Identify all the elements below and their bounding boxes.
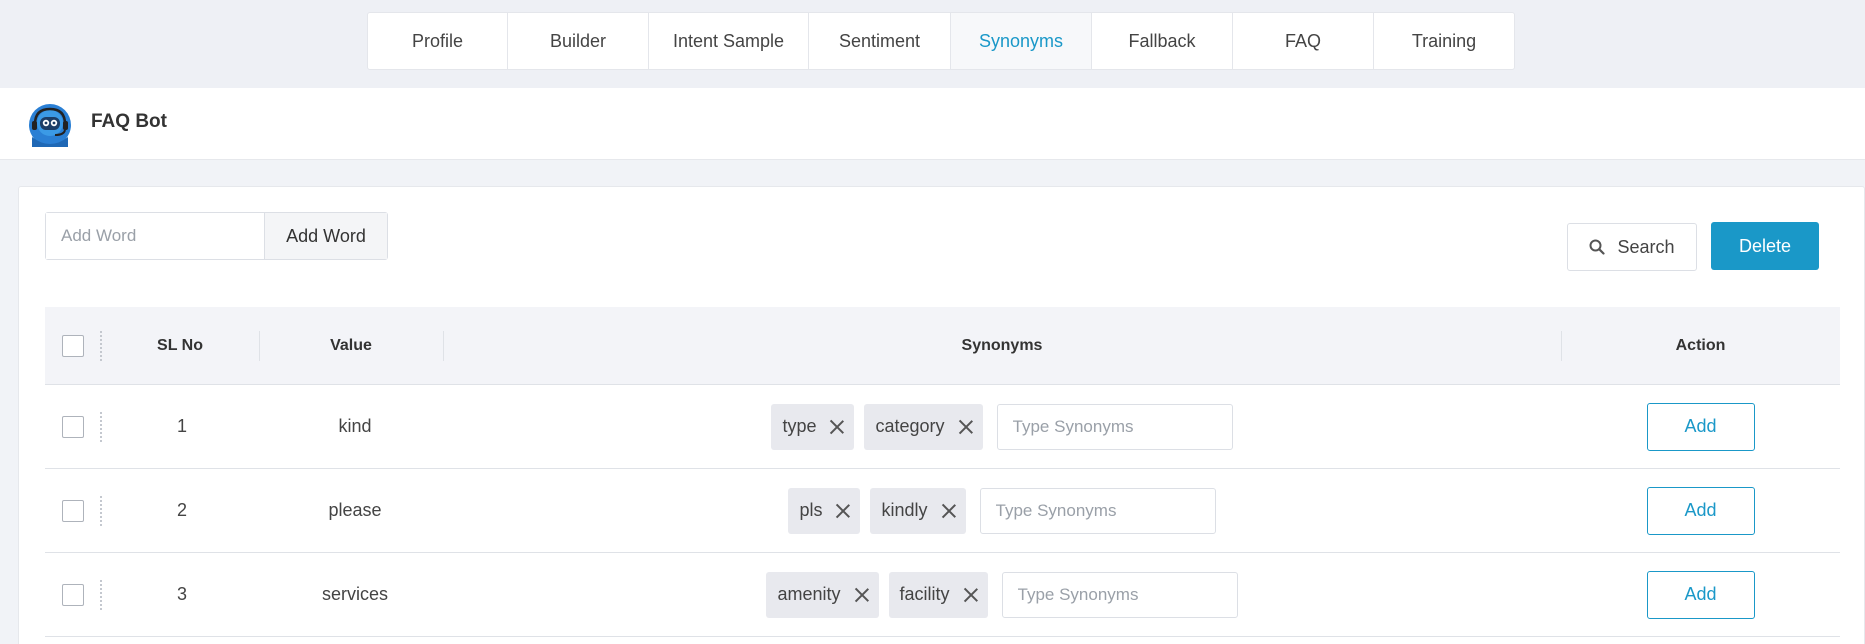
- table-row: 1 kind type category Add: [45, 385, 1840, 469]
- select-all-checkbox[interactable]: [62, 334, 84, 357]
- row-check-cell: [45, 553, 101, 636]
- delete-button[interactable]: Delete: [1711, 222, 1819, 270]
- tab-sentiment[interactable]: Sentiment: [809, 13, 951, 69]
- row-synonyms-cell: pls kindly: [443, 469, 1561, 552]
- add-word-button[interactable]: Add Word: [264, 213, 387, 259]
- synonym-input[interactable]: [1001, 571, 1238, 618]
- row-checkbox[interactable]: [62, 415, 84, 438]
- search-icon: [1589, 239, 1606, 255]
- tab-bar: Profile Builder Intent Sample Sentiment …: [367, 12, 1515, 70]
- add-synonym-button[interactable]: Add: [1646, 570, 1755, 619]
- row-sl-no: 2: [176, 500, 187, 520]
- synonyms-table: SL No Value Synonyms Action 1 kind type …: [45, 307, 1840, 637]
- synonym-tag: facility: [888, 571, 988, 618]
- synonym-tag: category: [864, 403, 983, 450]
- synonym-tag: pls: [788, 487, 861, 534]
- bot-header: FAQ Bot: [0, 88, 1865, 160]
- close-icon[interactable]: [830, 420, 844, 434]
- row-checkbox[interactable]: [62, 499, 84, 522]
- table-header: SL No Value Synonyms Action: [45, 307, 1840, 385]
- close-icon[interactable]: [836, 504, 850, 518]
- header-check-cell: [45, 307, 101, 384]
- row-sl-no: 3: [176, 584, 187, 604]
- add-word-group: Add Word: [45, 212, 388, 260]
- add-word-input[interactable]: [46, 213, 264, 259]
- row-synonyms-cell: amenity facility: [443, 553, 1561, 636]
- robot-headset-icon: [29, 104, 71, 147]
- tab-fallback[interactable]: Fallback: [1092, 13, 1233, 69]
- synonym-input[interactable]: [979, 487, 1216, 534]
- close-icon[interactable]: [855, 588, 869, 602]
- row-value: services: [321, 584, 388, 604]
- table-row: 2 please pls kindly Add: [45, 469, 1840, 553]
- synonym-tag-label: pls: [799, 500, 823, 520]
- bot-name: FAQ Bot: [91, 111, 167, 132]
- tab-builder[interactable]: Builder: [508, 13, 649, 69]
- table-row: 3 services amenity facility Add: [45, 553, 1840, 637]
- close-icon[interactable]: [964, 588, 978, 602]
- row-sl-no: 1: [176, 416, 187, 436]
- header-action: Action: [1675, 336, 1726, 354]
- add-synonym-button[interactable]: Add: [1646, 402, 1755, 451]
- header-value[interactable]: Value: [259, 307, 443, 384]
- synonym-tag: kindly: [870, 487, 966, 534]
- search-button[interactable]: Search: [1567, 223, 1697, 271]
- header-sl-no[interactable]: SL No: [101, 307, 259, 384]
- row-action-cell: Add: [1561, 553, 1840, 636]
- synonym-tag-label: type: [782, 416, 817, 436]
- synonyms-panel: Add Word Search Delete SL No Value Synon…: [18, 186, 1865, 644]
- synonym-tag-label: facility: [899, 584, 950, 604]
- close-icon[interactable]: [959, 420, 973, 434]
- top-nav-bar: Profile Builder Intent Sample Sentiment …: [0, 0, 1865, 88]
- row-synonyms-cell: type category: [443, 385, 1561, 468]
- row-check-cell: [45, 385, 101, 468]
- tab-intent-sample[interactable]: Intent Sample: [649, 13, 809, 69]
- close-icon[interactable]: [942, 504, 956, 518]
- synonym-tag: amenity: [766, 571, 879, 618]
- synonym-tag: type: [771, 403, 855, 450]
- tab-synonyms[interactable]: Synonyms: [951, 13, 1092, 69]
- search-button-label: Search: [1617, 236, 1675, 257]
- row-action-cell: Add: [1561, 469, 1840, 552]
- tab-training[interactable]: Training: [1374, 13, 1514, 69]
- row-action-cell: Add: [1561, 385, 1840, 468]
- row-checkbox[interactable]: [62, 583, 84, 606]
- row-value: please: [328, 500, 382, 520]
- synonym-input[interactable]: [996, 403, 1233, 450]
- header-synonyms: Synonyms: [961, 336, 1043, 354]
- synonym-tag-label: category: [875, 416, 945, 436]
- row-check-cell: [45, 469, 101, 552]
- tab-faq[interactable]: FAQ: [1233, 13, 1374, 69]
- synonym-tag-label: kindly: [881, 500, 928, 520]
- tab-profile[interactable]: Profile: [368, 13, 508, 69]
- row-value: kind: [338, 416, 372, 436]
- add-synonym-button[interactable]: Add: [1646, 486, 1755, 535]
- synonym-tag-label: amenity: [777, 584, 841, 604]
